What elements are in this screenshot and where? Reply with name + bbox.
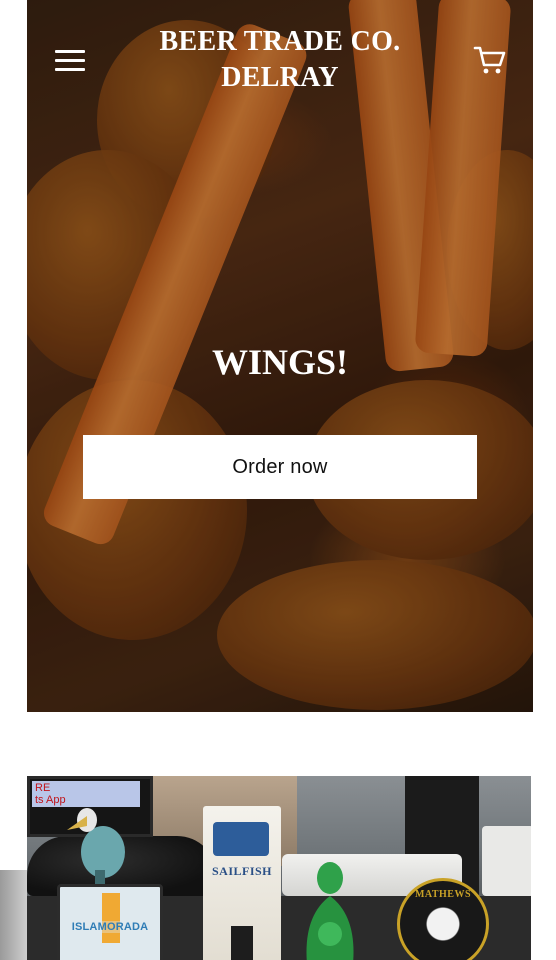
hero-title: WINGS!: [211, 342, 349, 382]
cart-svg: [473, 46, 506, 74]
site-header: BEER TRADE CO. DELRAY: [27, 0, 533, 110]
islamorada-number-one: [102, 893, 120, 943]
islamorada-label: ISLAMORADA: [71, 921, 149, 933]
shopping-cart-icon[interactable]: [473, 44, 507, 76]
white-box-shape: [482, 826, 531, 896]
buddha-tap-handle-icon: [306, 862, 354, 960]
tv-text-1: RE: [35, 782, 51, 794]
islamorada-tap-handle: ISLAMORADA: [57, 884, 163, 960]
sailfish-stripe: [231, 926, 253, 960]
page: BEER TRADE CO. DELRAY WINGS! Order now R…: [0, 0, 556, 960]
order-now-button[interactable]: Order now: [83, 435, 477, 499]
mathews-label: MATHEWS: [414, 889, 472, 900]
sailfish-tap-handle: SAILFISH: [203, 806, 281, 960]
menu-bar: [55, 50, 85, 53]
hamburger-menu-icon[interactable]: [55, 48, 87, 74]
menu-bar: [55, 59, 85, 62]
left-edge-shadow: [0, 870, 28, 960]
brand-line-2: DELRAY: [221, 62, 339, 93]
menu-bar: [55, 68, 85, 71]
mathews-tap-handle: MATHEWS: [397, 878, 489, 960]
site-logo-title[interactable]: BEER TRADE CO. DELRAY: [117, 24, 443, 96]
bar-shelf-image: RE ts App ISLAMORADA SAILFISH MATHEWS: [27, 776, 531, 960]
sailfish-logo-icon: [213, 822, 269, 856]
sailfish-label: SAILFISH: [211, 864, 273, 878]
pelican-tap-handle-icon: [67, 808, 125, 884]
brand-line-1: BEER TRADE CO.: [159, 26, 401, 57]
